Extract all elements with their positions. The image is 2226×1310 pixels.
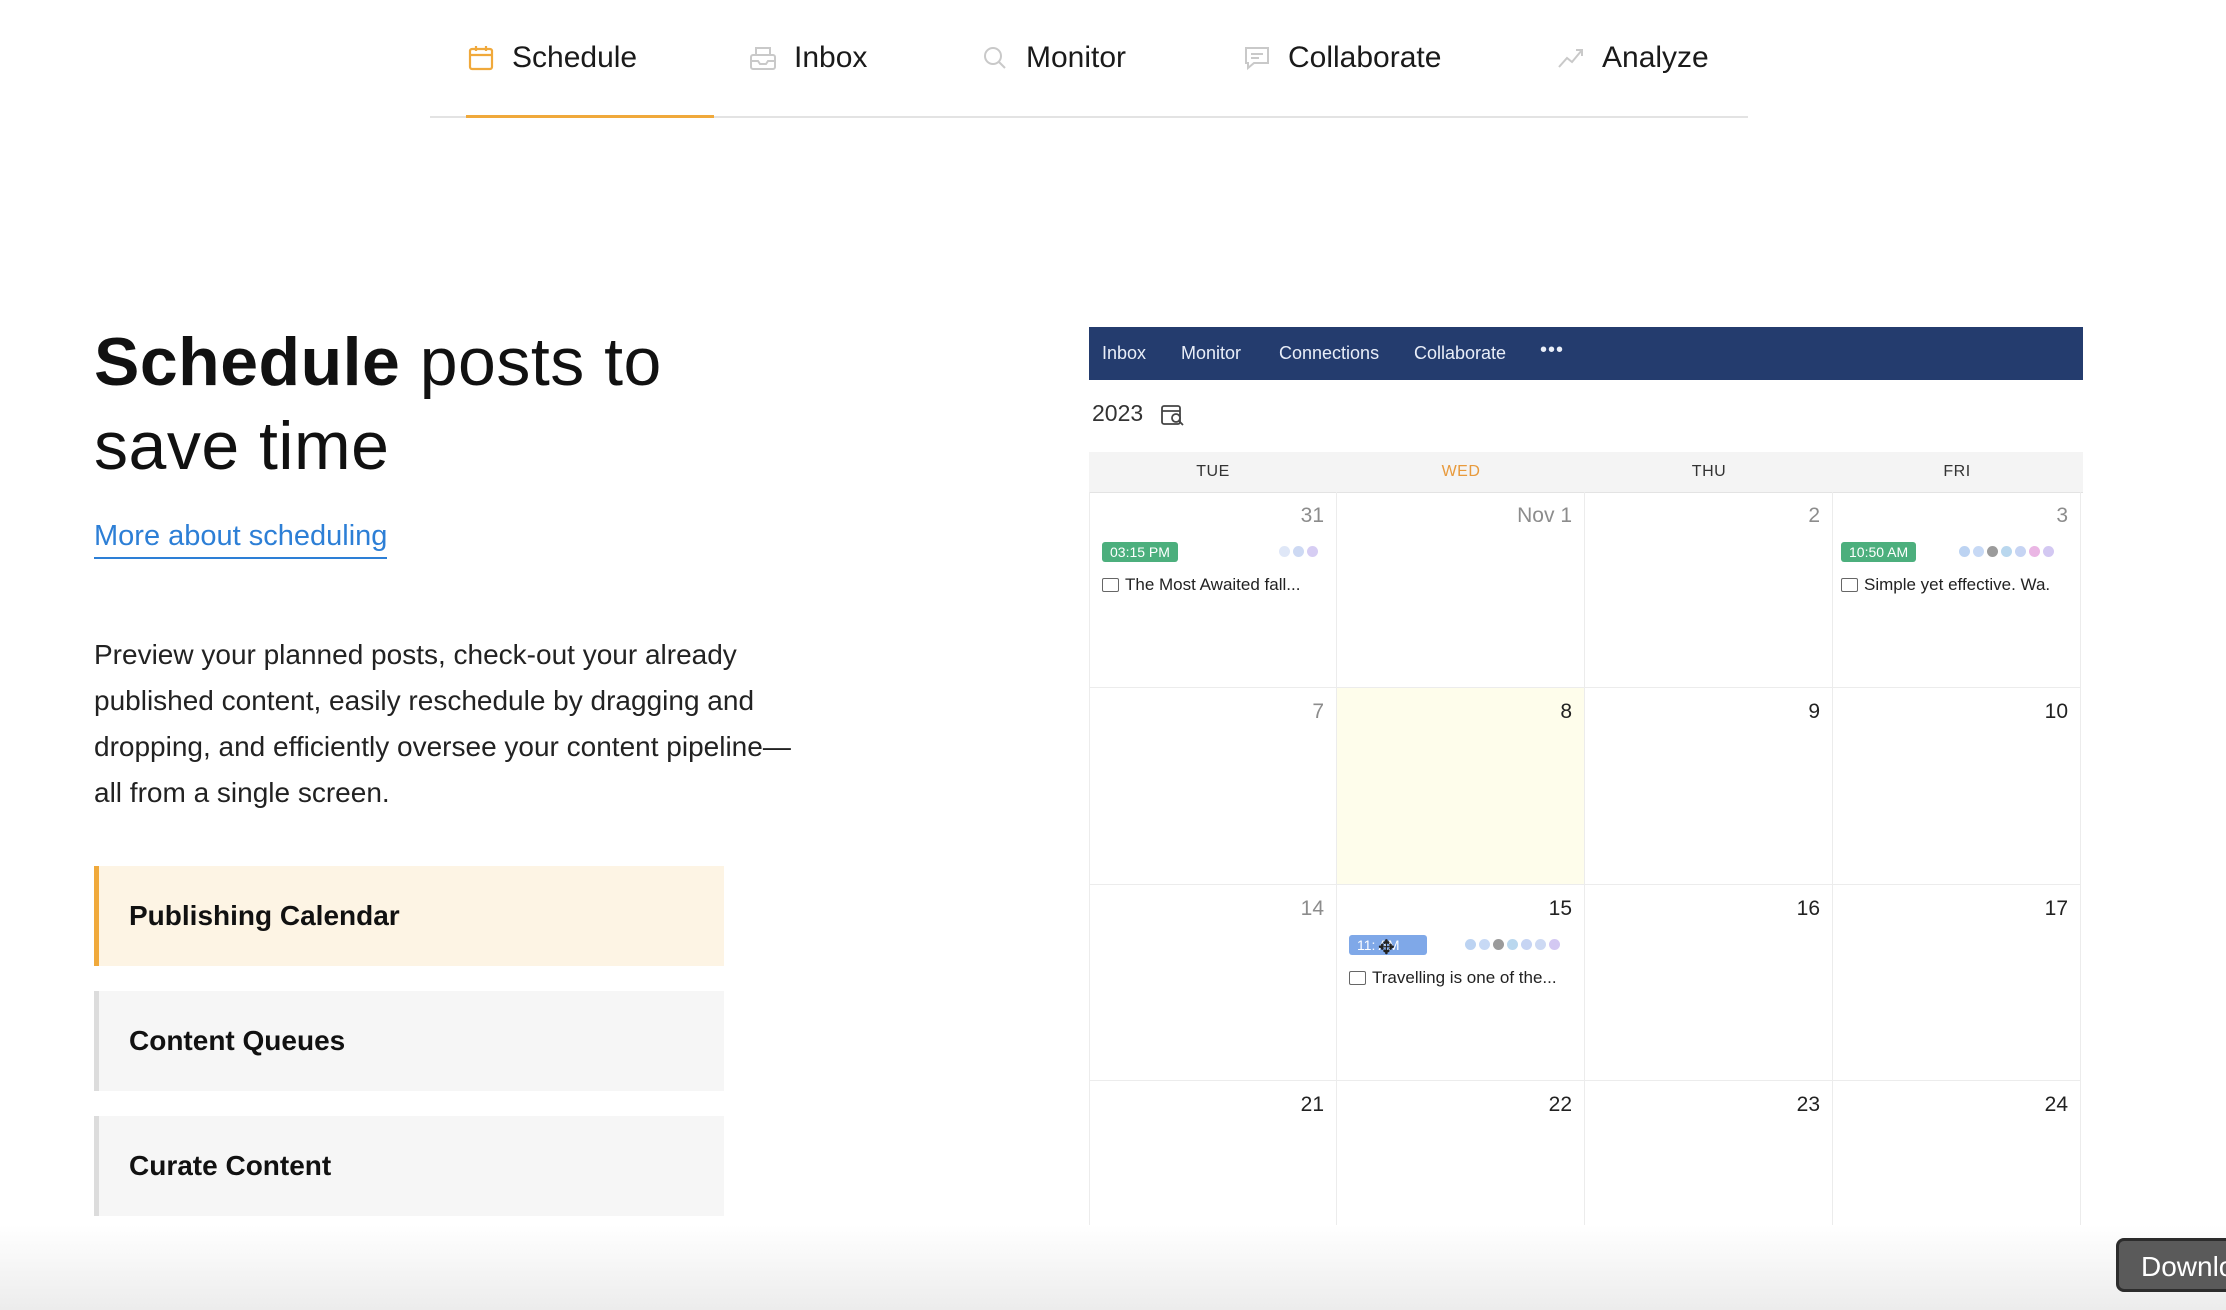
trend-icon [1556, 43, 1586, 73]
feature-tabs: Schedule Inbox Monitor Collaborate Analy… [430, 0, 1748, 118]
bottom-fade [0, 1225, 2226, 1310]
more-about-scheduling-link[interactable]: More about scheduling [94, 520, 388, 559]
search-icon [980, 43, 1010, 73]
app-nav-inbox[interactable]: Inbox [1102, 343, 1146, 364]
weekday-label: TUE [1196, 463, 1230, 480]
post-title: The Most Awaited fall... [1125, 575, 1301, 594]
post-title: Simple yet effective. Wa. [1864, 575, 2051, 594]
download-tooltip[interactable]: Download [2116, 1238, 2226, 1292]
social-channel-dots [1279, 546, 1318, 557]
date-number: 8 [1560, 700, 1572, 723]
tab-monitor[interactable]: Monitor [980, 0, 1126, 116]
image-icon [1349, 971, 1366, 985]
calendar-cell[interactable]: 14 [1089, 885, 1337, 1081]
weekday-label-current: WED [1441, 463, 1481, 480]
hero-description: Preview your planned posts, check-out yo… [94, 639, 791, 808]
date-number: 31 [1300, 504, 1324, 527]
post-time-badge[interactable]: 03:15 PM [1102, 542, 1178, 562]
date-number: 9 [1808, 700, 1820, 723]
app-nav-connections[interactable]: Connections [1279, 343, 1379, 364]
date-number: 16 [1796, 897, 1820, 920]
social-channel-dots [1465, 939, 1560, 950]
image-icon [1841, 578, 1858, 592]
calendar-cell[interactable]: 17 [1833, 885, 2081, 1081]
tab-inbox[interactable]: Inbox [748, 0, 867, 116]
date-number: 3 [2056, 504, 2068, 527]
feature-curate-content[interactable]: Curate Content [94, 1116, 724, 1216]
date-number: 22 [1548, 1093, 1572, 1116]
feature-publishing-calendar[interactable]: Publishing Calendar [94, 866, 724, 966]
tab-label: Monitor [1026, 41, 1127, 74]
post-title: Travelling is one of the... [1372, 968, 1557, 987]
drag-move-icon: ✥ [1378, 937, 1395, 959]
weekday-label: THU [1691, 463, 1727, 480]
date-number: 23 [1796, 1093, 1820, 1116]
date-number: 10 [2044, 700, 2068, 723]
calendar-cell[interactable]: 16 [1585, 885, 1833, 1081]
calendar-icon [466, 43, 496, 73]
app-nav-collaborate[interactable]: Collaborate [1414, 343, 1506, 364]
tab-collaborate[interactable]: Collaborate [1242, 0, 1441, 116]
calendar-cell[interactable]: 9 [1585, 688, 1833, 885]
date-number: 7 [1312, 700, 1324, 723]
weekday-label: FRI [1943, 463, 1971, 480]
calendar-search-icon[interactable] [1161, 403, 1185, 432]
tab-label: Collaborate [1288, 41, 1442, 74]
calendar-cell[interactable]: 10 [1833, 688, 2081, 885]
tab-label: Inbox [794, 41, 868, 74]
inbox-icon [748, 43, 778, 73]
date-number: 17 [2044, 897, 2068, 920]
calendar-cell[interactable]: 2 [1585, 492, 1833, 688]
date-number: 14 [1300, 897, 1324, 920]
calendar-cell[interactable]: Nov 1 [1337, 492, 1585, 688]
calendar-year: 2023 [1092, 400, 1144, 426]
app-nav-more-icon[interactable]: ••• [1540, 339, 1564, 362]
title-bold: Schedule [94, 324, 401, 400]
tab-analyze[interactable]: Analyze [1556, 0, 1709, 116]
tab-label: Analyze [1602, 41, 1709, 74]
calendar-cell[interactable]: 7 [1089, 688, 1337, 885]
calendar-cell-today[interactable]: 8 [1337, 688, 1585, 885]
weekday-header: TUE WED THU FRI [1089, 452, 2083, 493]
date-number: 15 [1548, 897, 1572, 920]
scheduled-post[interactable]: Simple yet effective. Wa. [1841, 575, 2050, 595]
app-nav-monitor[interactable]: Monitor [1181, 343, 1241, 364]
scheduled-post[interactable]: The Most Awaited fall... [1102, 575, 1300, 595]
date-number: Nov 1 [1517, 504, 1572, 527]
calendar-grid: 31 Nov 1 2 3 7 8 9 10 14 15 16 17 21 22 … [1089, 492, 2083, 1274]
social-channel-dots [1959, 546, 2054, 557]
chat-icon [1242, 43, 1272, 73]
image-icon [1102, 578, 1119, 592]
date-number: 21 [1300, 1093, 1324, 1116]
date-number: 2 [1808, 504, 1820, 527]
post-time-badge[interactable]: 10:50 AM [1841, 542, 1917, 562]
tab-schedule[interactable]: Schedule [466, 0, 714, 118]
date-number: 24 [2044, 1093, 2068, 1116]
feature-content-queues[interactable]: Content Queues [94, 991, 724, 1091]
tab-label: Schedule [512, 41, 638, 74]
scheduled-post[interactable]: Travelling is one of the... [1349, 968, 1557, 988]
page-title: Schedule posts to save time [94, 320, 794, 488]
app-nav-bar: Inbox Monitor Connections Collaborate ••… [1089, 327, 2083, 380]
